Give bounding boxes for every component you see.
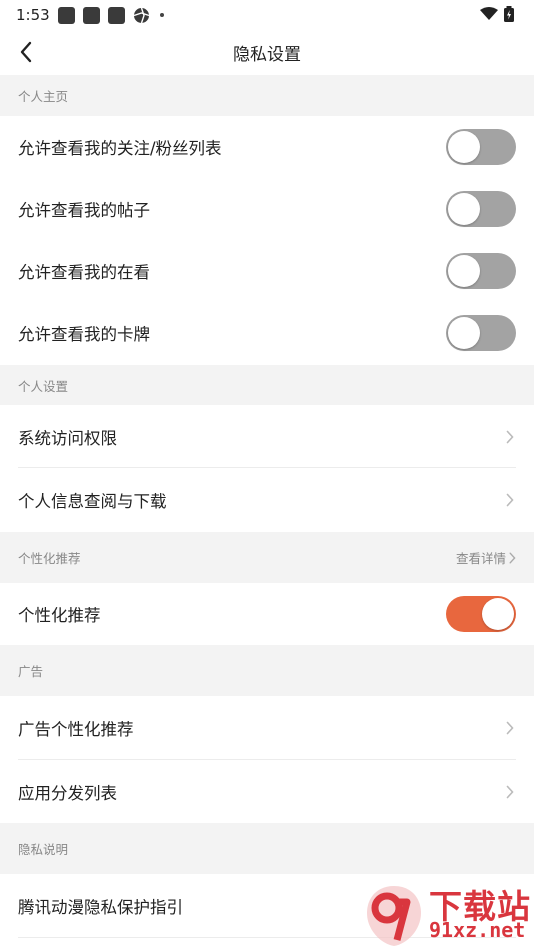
chevron-right-icon [506,493,514,506]
toggle-knob [448,317,480,349]
chevron-right-icon [509,552,516,563]
setting-row-cards: 允许查看我的卡牌 [0,302,534,364]
section-header-privacy-note: 隐私说明 [0,823,534,874]
setting-label: 腾讯动漫隐私保护指引 [18,898,183,917]
setting-label: 应用分发列表 [18,783,117,803]
toggle-knob [448,193,480,225]
site-logo-icon [367,886,421,946]
setting-row-system-permissions[interactable]: 系统访问权限 [0,405,534,468]
setting-label: 个人信息查阅与下载 [18,491,167,511]
setting-label: 系统访问权限 [18,428,117,448]
setting-row-ad-personalization[interactable]: 广告个性化推荐 [0,696,534,760]
chevron-right-icon [506,785,514,798]
setting-row-followers: 允许查看我的关注/粉丝列表 [0,116,534,178]
top-app-bar: 隐私设置 [0,30,534,74]
section-header-personalized: 个性化推荐 查看详情 [0,532,534,583]
setting-row-watching: 允许查看我的在看 [0,240,534,302]
status-bar: 1:53 [0,0,534,30]
setting-row-app-distribution[interactable]: 应用分发列表 [0,760,534,823]
setting-label: 允许查看我的卡牌 [18,325,150,344]
cards-visibility-toggle[interactable] [446,315,516,351]
notification-icon [82,6,100,24]
watermark-url: 91xz.net [429,918,526,942]
posts-visibility-toggle[interactable] [446,191,516,227]
section-header-personal-settings: 个人设置 [0,365,534,405]
toggle-knob [482,598,514,630]
section-label: 个人主页 [18,89,69,104]
setting-row-personalized-recommend: 个性化推荐 [0,583,534,645]
section-label: 个性化推荐 [18,551,81,566]
setting-label: 允许查看我的帖子 [18,201,150,220]
setting-label: 允许查看我的关注/粉丝列表 [18,139,222,158]
section-header-personal-home: 个人主页 [0,75,534,116]
setting-label: 广告个性化推荐 [18,720,134,739]
battery-icon [504,6,514,22]
chevron-right-icon [506,430,514,443]
setting-label: 个性化推荐 [18,606,101,625]
back-button[interactable] [10,36,42,68]
notification-icon [57,6,75,24]
view-details-label: 查看详情 [455,551,506,566]
more-notifications-dot [159,13,164,17]
section-header-ads: 广告 [0,645,534,696]
toggle-knob [448,131,480,163]
page-title: 隐私设置 [233,44,301,65]
watching-visibility-toggle[interactable] [446,253,516,289]
section-label: 广告 [18,664,44,679]
setting-row-personal-info[interactable]: 个人信息查阅与下载 [0,468,534,531]
setting-row-posts: 允许查看我的帖子 [0,178,534,240]
chevron-left-icon [19,41,33,63]
watermark-logo: 下载站 91xz.net [359,880,534,950]
aperture-icon [133,7,150,24]
notification-icon [107,6,125,24]
wifi-icon [480,7,498,21]
followers-visibility-toggle[interactable] [446,129,516,165]
section-label: 隐私说明 [18,842,69,857]
status-time: 1:53 [16,6,50,24]
personalized-recommend-toggle[interactable] [446,596,516,632]
chevron-right-icon [506,721,514,735]
toggle-knob [448,255,480,287]
view-details-link[interactable]: 查看详情 [456,548,516,567]
setting-label: 允许查看我的在看 [18,263,150,282]
section-label: 个人设置 [18,378,69,394]
